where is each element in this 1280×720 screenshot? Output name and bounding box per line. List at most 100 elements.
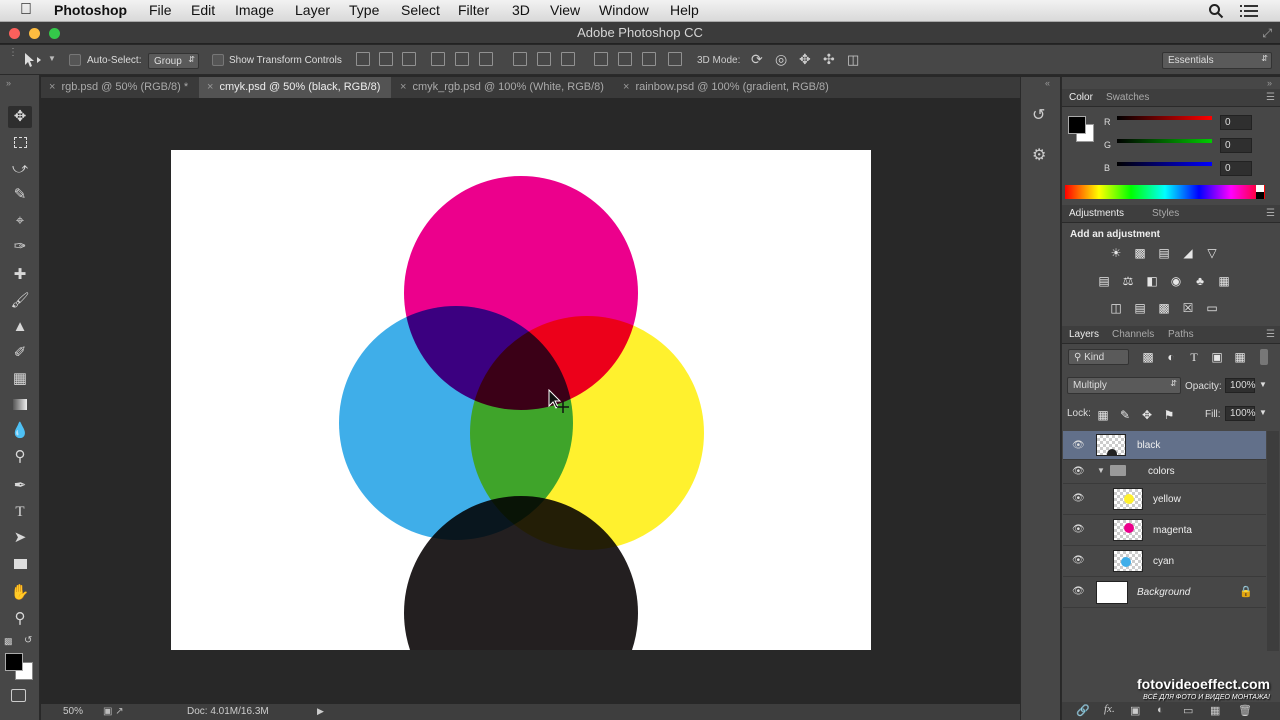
fill-dropdown-icon[interactable]: ▼ <box>1259 408 1267 417</box>
menu-file[interactable]: File <box>149 2 172 18</box>
collapse-panels-icon[interactable]: » <box>1267 78 1272 88</box>
white-chip[interactable] <box>1256 185 1264 192</box>
lock-image-icon[interactable]: ✎ <box>1117 408 1133 422</box>
document-canvas[interactable] <box>171 150 871 650</box>
list-icon[interactable] <box>1240 4 1258 18</box>
apple-icon[interactable]:  <box>20 1 32 19</box>
layer-magenta[interactable]: 👁 magenta <box>1063 515 1266 546</box>
align-hcenter-icon[interactable] <box>455 52 469 66</box>
lock-all-icon[interactable]: ⚑ <box>1161 408 1177 422</box>
history-panel-icon[interactable]: ↺ <box>1032 105 1045 125</box>
vibrance-icon[interactable]: ▽ <box>1204 246 1220 260</box>
panel-menu-icon[interactable]: ☰ <box>1266 208 1275 219</box>
selective-color-icon[interactable]: ☒ <box>1180 301 1196 315</box>
fullscreen-icon[interactable]: ⤢ <box>1262 22 1272 44</box>
close-tab-icon[interactable]: × <box>623 81 629 93</box>
channel-mixer-icon[interactable]: ♣ <box>1192 274 1208 288</box>
pen-tool-icon[interactable]: ✒ <box>8 475 32 497</box>
collapse-icon[interactable]: « <box>1045 78 1050 88</box>
tab-cmyk-rgb[interactable]: × cmyk_rgb.psd @ 100% (White, RGB/8) <box>392 77 614 98</box>
align-bottom-icon[interactable] <box>402 52 416 66</box>
distribute-right-icon[interactable] <box>642 52 656 66</box>
align-right-icon[interactable] <box>479 52 493 66</box>
zoom-button[interactable] <box>49 28 60 39</box>
layer-background[interactable]: 👁 Background 🔒 <box>1063 577 1266 608</box>
channel-b-slider[interactable] <box>1117 162 1212 166</box>
default-colors-icon[interactable]: ▩ <box>4 636 13 647</box>
3d-slide-icon[interactable]: ✣ <box>823 51 835 68</box>
filter-toggle[interactable] <box>1260 349 1268 365</box>
minimize-button[interactable] <box>29 28 40 39</box>
fill-value[interactable]: 100% <box>1225 406 1256 421</box>
foreground-color-swatch[interactable] <box>5 653 23 671</box>
menu-edit[interactable]: Edit <box>191 2 215 18</box>
link-layers-icon[interactable]: 🔗 <box>1076 704 1090 717</box>
new-adjustment-icon[interactable]: ◐ <box>1157 704 1164 716</box>
tab-adjustments[interactable]: Adjustments <box>1069 208 1124 219</box>
distribute-bottom-icon[interactable] <box>561 52 575 66</box>
type-tool-icon[interactable]: T <box>8 501 32 523</box>
auto-align-icon[interactable] <box>668 52 682 66</box>
photo-filter-icon[interactable]: ◉ <box>1168 274 1184 288</box>
opacity-value[interactable]: 100% <box>1225 378 1256 393</box>
auto-select-checkbox[interactable] <box>69 54 81 66</box>
brightness-icon[interactable]: ☀ <box>1108 246 1124 260</box>
filter-adjustment-icon[interactable]: ◐ <box>1163 350 1179 364</box>
channel-r-value[interactable]: 0 <box>1220 115 1252 130</box>
channel-b-value[interactable]: 0 <box>1220 161 1252 176</box>
close-button[interactable] <box>9 28 20 39</box>
search-icon[interactable] <box>1208 3 1224 19</box>
add-mask-icon[interactable]: ▣ <box>1130 704 1140 717</box>
delete-layer-icon[interactable]: 🗑 <box>1238 704 1252 717</box>
path-selection-tool-icon[interactable]: ➤ <box>8 527 32 549</box>
visibility-eye-icon[interactable]: 👁 <box>1072 493 1085 504</box>
filter-pixel-icon[interactable]: ▩ <box>1140 350 1156 364</box>
fx-icon[interactable]: fx. <box>1104 703 1115 715</box>
opacity-dropdown-icon[interactable]: ▼ <box>1259 380 1267 389</box>
tab-color[interactable]: Color <box>1069 92 1093 103</box>
visibility-eye-icon[interactable]: 👁 <box>1072 524 1085 535</box>
levels-icon[interactable]: ▩ <box>1132 246 1148 260</box>
threshold-icon[interactable]: ▩ <box>1156 301 1172 315</box>
menu-select[interactable]: Select <box>401 2 440 18</box>
distribute-left-icon[interactable] <box>594 52 608 66</box>
distribute-hcenter-icon[interactable] <box>618 52 632 66</box>
close-tab-icon[interactable]: × <box>207 81 213 93</box>
status-icons[interactable]: ▣ ↗ <box>103 706 124 717</box>
eraser-tool-icon[interactable]: ▦ <box>8 368 32 390</box>
layer-cyan[interactable]: 👁 cyan <box>1063 546 1266 577</box>
3d-scale-icon[interactable]: ◫ <box>847 52 859 68</box>
distribute-top-icon[interactable] <box>513 52 527 66</box>
move-tool-icon[interactable]: ✥ <box>8 106 32 128</box>
layer-filter-dropdown[interactable]: ⚲ Kind <box>1068 349 1129 365</box>
close-tab-icon[interactable]: × <box>49 81 55 93</box>
invert-icon[interactable]: ◫ <box>1108 301 1124 315</box>
visibility-eye-icon[interactable]: 👁 <box>1072 586 1085 597</box>
panel-menu-icon[interactable]: ☰ <box>1266 92 1275 103</box>
visibility-eye-icon[interactable]: 👁 <box>1072 555 1085 566</box>
move-tool-preset-icon[interactable] <box>22 51 44 69</box>
exposure-icon[interactable]: ◢ <box>1180 246 1196 260</box>
menu-help[interactable]: Help <box>670 2 699 18</box>
menu-filter[interactable]: Filter <box>458 2 489 18</box>
color-foreground-swatch[interactable] <box>1068 116 1086 134</box>
marquee-tool-icon[interactable] <box>8 132 32 154</box>
lasso-tool-icon[interactable]: ⤻ <box>8 158 32 180</box>
eyedropper-tool-icon[interactable]: ✑ <box>8 236 32 258</box>
menu-view[interactable]: View <box>550 2 580 18</box>
quick-selection-tool-icon[interactable]: ✎ <box>8 184 32 206</box>
3d-drag-icon[interactable]: ✥ <box>799 51 811 68</box>
color-lookup-icon[interactable]: ▦ <box>1216 274 1232 288</box>
status-menu-arrow-icon[interactable]: ▶ <box>317 706 324 717</box>
layers-scrollbar[interactable] <box>1267 431 1279 651</box>
show-transform-checkbox[interactable] <box>212 54 224 66</box>
align-vcenter-icon[interactable] <box>379 52 393 66</box>
close-tab-icon[interactable]: × <box>400 81 406 93</box>
hue-saturation-icon[interactable]: ▤ <box>1096 274 1112 288</box>
filter-type-icon[interactable]: T <box>1186 350 1202 364</box>
preset-dropdown-icon[interactable]: ▼ <box>48 54 56 63</box>
blur-tool-icon[interactable]: 💧 <box>8 420 32 442</box>
channel-r-slider[interactable] <box>1117 116 1212 120</box>
quick-mask-icon[interactable] <box>11 689 26 702</box>
workspace-dropdown[interactable]: Essentials ⇵ <box>1162 52 1272 69</box>
